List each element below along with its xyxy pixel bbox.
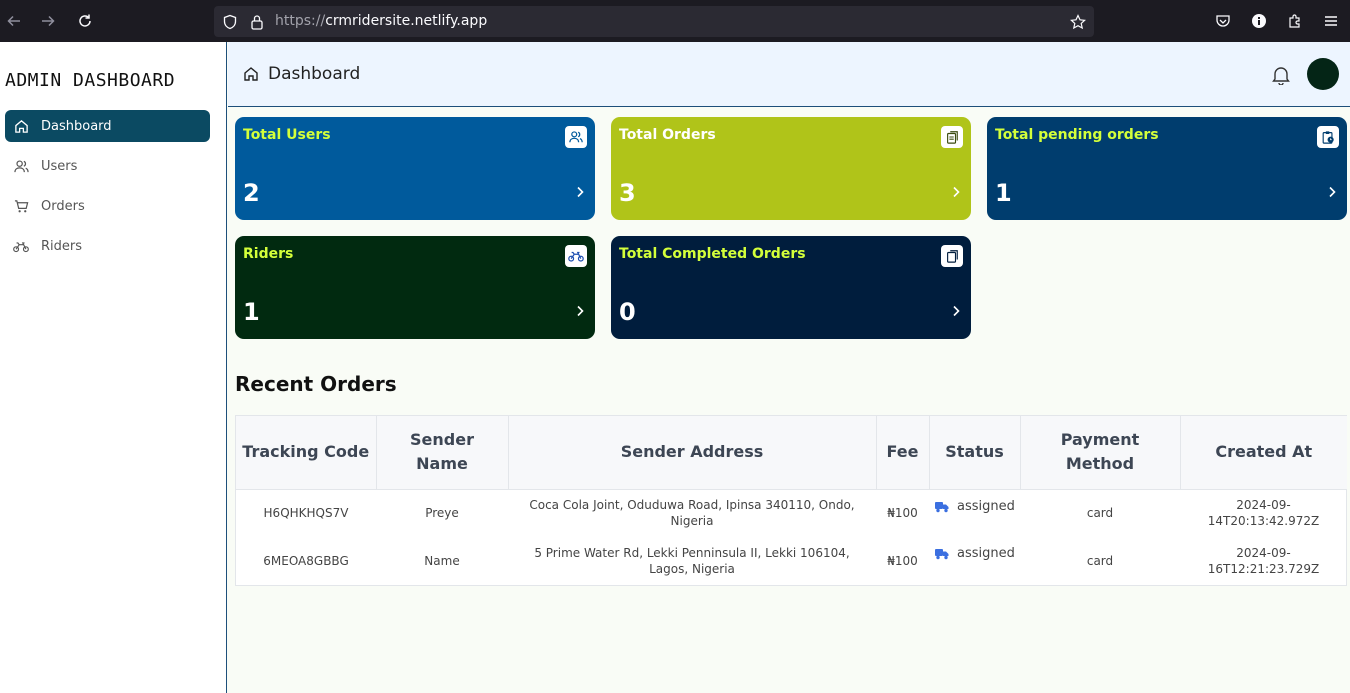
card-title: Riders (243, 246, 294, 262)
card-title: Total Completed Orders (619, 246, 806, 262)
status-cell: assigned (929, 489, 1020, 537)
back-arrow-icon[interactable] (4, 11, 24, 31)
chevron-right-icon[interactable] (949, 185, 963, 199)
users-icon (565, 126, 587, 148)
copy-icon (941, 245, 963, 267)
home-icon (13, 118, 29, 134)
sidebar-item-label: Dashboard (41, 118, 112, 134)
chevron-right-icon[interactable] (573, 185, 587, 199)
clipboard-icon (941, 126, 963, 148)
card-value: 0 (619, 298, 636, 326)
forward-arrow-icon[interactable] (38, 11, 58, 31)
breadcrumb: Dashboard (242, 64, 360, 84)
page-header: Dashboard (228, 42, 1350, 107)
column-header: Sender Name (376, 416, 509, 490)
table-row[interactable]: H6QHKHQS7V Preye Coca Cola Joint, Oduduw… (236, 489, 1347, 537)
card-riders[interactable]: Riders 1 (235, 236, 595, 339)
sidebar-item-dashboard[interactable]: Dashboard (5, 110, 210, 142)
status-badge: assigned (957, 498, 1015, 514)
card-title: Total Users (243, 127, 331, 143)
chevron-right-icon[interactable] (949, 304, 963, 318)
lock-icon[interactable] (247, 12, 267, 32)
created-at: 2024-09-16T12:21:23.729Z (1207, 546, 1320, 576)
card-total-orders[interactable]: Total Orders 3 (611, 117, 971, 220)
menu-icon[interactable] (1321, 11, 1341, 31)
sidebar-item-orders[interactable]: Orders (5, 190, 210, 222)
column-header: Payment Method (1020, 416, 1181, 490)
truck-icon (935, 501, 949, 513)
card-total-users[interactable]: Total Users 2 (235, 117, 595, 220)
url-protocol: https:// (275, 13, 326, 29)
card-value: 2 (243, 179, 260, 207)
column-header: Created At (1180, 416, 1347, 490)
sidebar-item-label: Users (41, 158, 78, 174)
truck-icon (935, 548, 949, 560)
browser-toolbar: https://crmridersite.netlify.app (0, 0, 1350, 42)
url-host: crmridersite.netlify.app (325, 13, 488, 29)
payment-method: card (1086, 506, 1114, 521)
cart-icon (13, 198, 29, 214)
tracking-code: 6MEOA8GBBG (263, 554, 349, 568)
sidebar: ADMIN DASHBOARD Dashboard Users Orders R… (0, 42, 227, 693)
avatar[interactable] (1307, 58, 1339, 90)
created-at: 2024-09-14T20:13:42.972Z (1207, 498, 1320, 529)
payment-method: card (1086, 554, 1114, 568)
url-bar[interactable]: https://crmridersite.netlify.app (214, 6, 1094, 37)
card-title: Total pending orders (995, 127, 1159, 143)
column-header: Tracking Code (236, 416, 377, 490)
bike-icon (13, 238, 29, 254)
table-row[interactable]: 6MEOA8GBBG Name 5 Prime Water Rd, Lekki … (236, 537, 1347, 585)
status-badge: assigned (957, 546, 1015, 561)
bike-icon (565, 245, 587, 267)
clipboard-clock-icon (1317, 126, 1339, 148)
column-header: Status (929, 416, 1021, 490)
page-title: Dashboard (268, 64, 361, 84)
chevron-right-icon[interactable] (573, 304, 587, 318)
pocket-icon[interactable] (1213, 11, 1233, 31)
table-header-row: Tracking Code Sender Name Sender Address… (236, 416, 1347, 490)
users-icon (13, 158, 29, 174)
extensions-icon[interactable] (1285, 11, 1305, 31)
sidebar-item-label: Riders (41, 238, 83, 254)
column-header: Fee (876, 416, 930, 490)
sender-name: Preye (425, 506, 459, 521)
reload-icon[interactable] (75, 11, 95, 31)
sidebar-item-users[interactable]: Users (5, 150, 210, 182)
fee: ₦100 (887, 554, 918, 568)
card-total-completed-orders[interactable]: Total Completed Orders 0 (611, 236, 971, 339)
sidebar-item-label: Orders (41, 198, 85, 214)
card-total-pending-orders[interactable]: Total pending orders 1 (987, 117, 1347, 220)
card-title: Total Orders (619, 127, 716, 143)
sender-address: Coca Cola Joint, Oduduwa Road, Ipinsa 34… (529, 498, 855, 529)
info-icon[interactable] (1249, 11, 1269, 31)
chevron-right-icon[interactable] (1325, 185, 1339, 199)
url-text[interactable]: https://crmridersite.netlify.app (275, 13, 487, 29)
bell-icon[interactable] (1270, 64, 1292, 86)
card-value: 1 (995, 179, 1012, 207)
tracking-code: H6QHKHQS7V (263, 506, 349, 521)
sender-name: Name (424, 554, 460, 568)
shield-icon[interactable] (220, 12, 240, 32)
sidebar-item-riders[interactable]: Riders (5, 230, 210, 262)
fee: ₦100 (887, 506, 918, 521)
brand-title: ADMIN DASHBOARD (5, 70, 176, 91)
recent-orders-table: Tracking Code Sender Name Sender Address… (235, 415, 1347, 586)
card-value: 3 (619, 179, 636, 207)
status-cell: assigned (929, 537, 1020, 585)
sender-address: 5 Prime Water Rd, Lekki Penninsula II, L… (534, 546, 850, 576)
card-value: 1 (243, 298, 260, 326)
column-header: Sender Address (508, 416, 877, 490)
bookmark-star-icon[interactable] (1068, 12, 1088, 32)
recent-orders-title: Recent Orders (235, 372, 397, 396)
home-icon (242, 65, 260, 83)
